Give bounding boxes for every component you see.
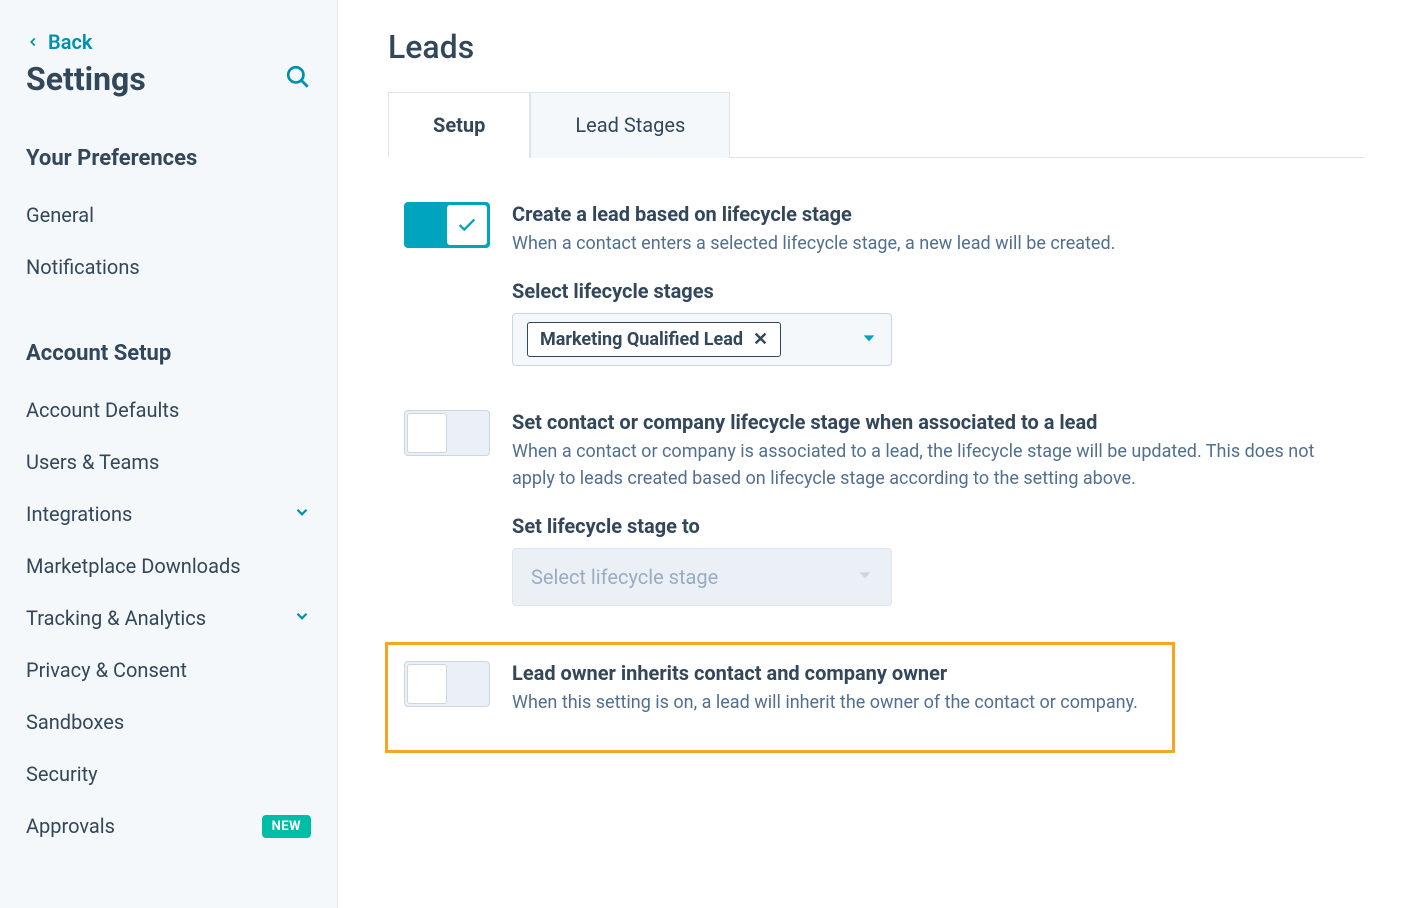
tabs: Setup Lead Stages: [388, 92, 1364, 158]
sidebar-item-label: Approvals: [26, 814, 115, 838]
sidebar-item-label: Privacy & Consent: [26, 658, 187, 682]
tab-setup[interactable]: Setup: [388, 92, 530, 158]
select-placeholder: Select lifecycle stage: [531, 565, 718, 589]
sidebar-item-integrations[interactable]: Integrations: [26, 488, 311, 540]
sidebar-item-tracking-analytics[interactable]: Tracking & Analytics: [26, 592, 311, 644]
sidebar-item-users-teams[interactable]: Users & Teams: [26, 436, 311, 488]
setting-set-stage: Set contact or company lifecycle stage w…: [388, 402, 1364, 642]
setting-create-lead: Create a lead based on lifecycle stage W…: [388, 194, 1364, 402]
sidebar-item-label: Integrations: [26, 502, 132, 526]
page-title: Leads: [388, 28, 1364, 66]
chip-mql: Marketing Qualified Lead ✕: [527, 322, 781, 357]
sidebar-item-label: Notifications: [26, 255, 140, 279]
toggle-set-stage[interactable]: [404, 410, 490, 456]
sidebar-item-label: General: [26, 203, 94, 227]
sidebar-item-notifications[interactable]: Notifications: [26, 241, 311, 293]
new-badge: NEW: [262, 815, 311, 838]
sidebar-item-privacy-consent[interactable]: Privacy & Consent: [26, 644, 311, 696]
tab-label: Setup: [433, 113, 485, 137]
tab-label: Lead Stages: [575, 113, 685, 137]
check-icon: [456, 214, 478, 236]
back-link[interactable]: Back: [26, 30, 92, 54]
field-label: Set lifecycle stage to: [512, 514, 1348, 538]
section-your-preferences: Your Preferences: [26, 146, 311, 171]
field-label: Select lifecycle stages: [512, 279, 1348, 303]
setting-inherit-owner: Lead owner inherits contact and company …: [385, 642, 1175, 753]
toggle-knob: [407, 664, 447, 704]
toggle-knob: [407, 413, 447, 453]
sidebar-item-security[interactable]: Security: [26, 748, 311, 800]
settings-title: Settings: [26, 60, 146, 98]
sidebar-item-label: Security: [26, 762, 98, 786]
sidebar-item-sandboxes[interactable]: Sandboxes: [26, 696, 311, 748]
sidebar-item-label: Users & Teams: [26, 450, 159, 474]
sidebar-item-approvals[interactable]: Approvals NEW: [26, 800, 311, 852]
chip-remove-icon[interactable]: ✕: [753, 329, 768, 350]
toggle-inherit-owner[interactable]: [404, 661, 490, 707]
section-account-setup: Account Setup: [26, 341, 311, 366]
setting-desc: When a contact or company is associated …: [512, 438, 1348, 492]
sidebar-item-label: Sandboxes: [26, 710, 124, 734]
sidebar-item-account-defaults[interactable]: Account Defaults: [26, 384, 311, 436]
search-button[interactable]: [285, 64, 311, 94]
sidebar-item-general[interactable]: General: [26, 189, 311, 241]
lifecycle-stages-multiselect[interactable]: Marketing Qualified Lead ✕: [512, 313, 892, 366]
caret-down-icon: [861, 330, 877, 350]
toggle-knob: [447, 205, 487, 245]
setting-title: Create a lead based on lifecycle stage: [512, 202, 1348, 226]
tab-lead-stages[interactable]: Lead Stages: [530, 92, 730, 158]
sidebar-item-marketplace-downloads[interactable]: Marketplace Downloads: [26, 540, 311, 592]
chevron-left-icon: [26, 30, 40, 54]
setting-title: Set contact or company lifecycle stage w…: [512, 410, 1348, 434]
main-content: Leads Setup Lead Stages Create a lead ba…: [338, 0, 1414, 908]
toggle-create-lead[interactable]: [404, 202, 490, 248]
back-label: Back: [48, 30, 92, 54]
search-icon: [285, 64, 311, 90]
sidebar-item-label: Marketplace Downloads: [26, 554, 241, 578]
caret-down-icon: [857, 567, 873, 587]
setting-desc: When this setting is on, a lead will inh…: [512, 689, 1156, 716]
chip-label: Marketing Qualified Lead: [540, 329, 743, 350]
setting-title: Lead owner inherits contact and company …: [512, 661, 1156, 685]
chevron-down-icon: [293, 606, 311, 630]
chevron-down-icon: [293, 502, 311, 526]
setting-desc: When a contact enters a selected lifecyc…: [512, 230, 1348, 257]
lifecycle-stage-select[interactable]: Select lifecycle stage: [512, 548, 892, 606]
sidebar-item-label: Account Defaults: [26, 398, 179, 422]
settings-sidebar: Back Settings Your Preferences General N…: [0, 0, 338, 908]
sidebar-item-label: Tracking & Analytics: [26, 606, 206, 630]
